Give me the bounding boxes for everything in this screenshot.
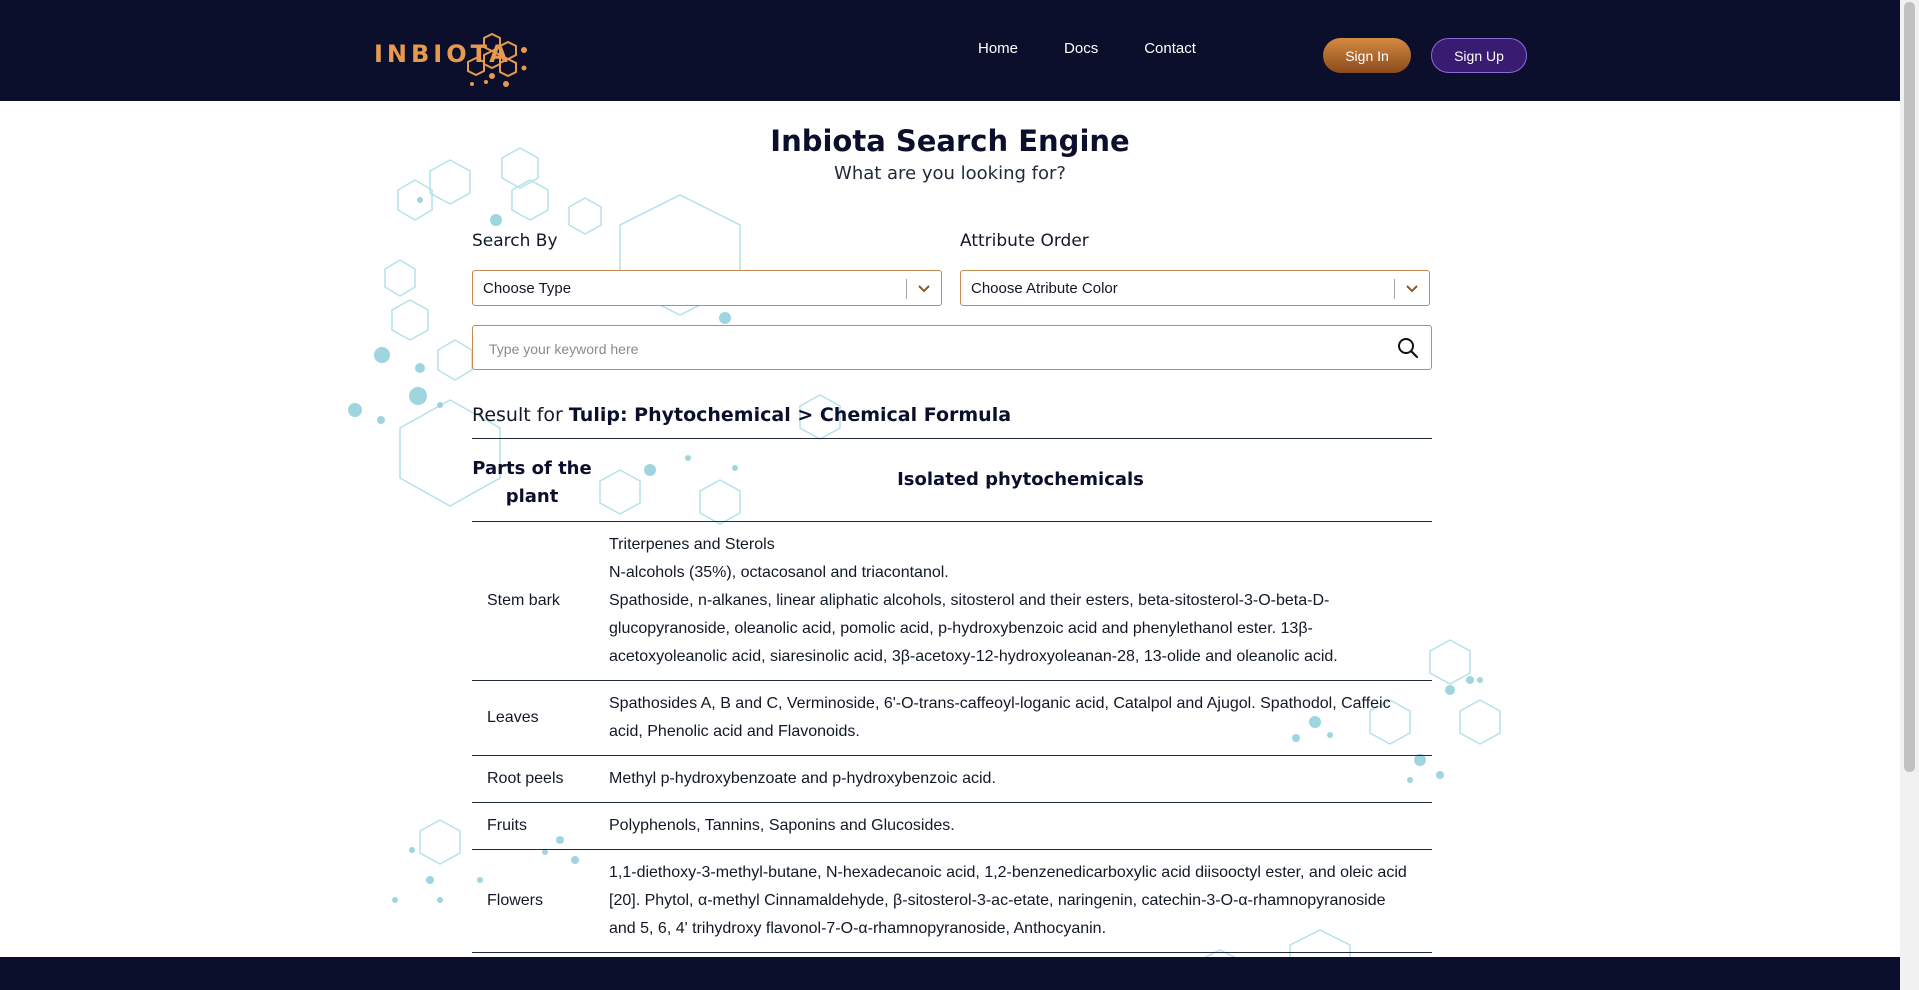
nav-home[interactable]: Home: [978, 40, 1018, 57]
table-row: Root peels Methyl p-hydroxybenzoate and …: [472, 756, 1432, 803]
main-nav: Home Docs Contact: [978, 40, 1196, 57]
result-prefix: Result for: [472, 404, 569, 426]
isolated-line: Spathosides A, B and C, Verminoside, 6'-…: [609, 695, 1391, 740]
cell-part: Leaves: [487, 709, 539, 726]
cell-part: Stem bark: [487, 592, 560, 609]
sign-up-button[interactable]: Sign Up: [1431, 38, 1527, 73]
cell-isolated: 1,1-diethoxy-3-methyl-butane, N-hexadeca…: [609, 850, 1409, 952]
select-divider: [906, 279, 907, 299]
cell-isolated: Triterpenes and Sterols N-alcohols (35%)…: [609, 522, 1409, 680]
table-row: Leaves Spathosides A, B and C, Verminosi…: [472, 681, 1432, 756]
chevron-down-icon: [918, 285, 930, 293]
select-divider: [1394, 279, 1395, 299]
page-title: Inbiota Search Engine: [770, 124, 1130, 158]
cell-isolated: Polyphenols, Tannins, Saponins and Gluco…: [609, 803, 1409, 849]
isolated-line: 1,1-diethoxy-3-methyl-butane, N-hexadeca…: [609, 864, 1407, 937]
attribute-order-label: Attribute Order: [960, 231, 1089, 251]
cell-part: Fruits: [487, 817, 527, 834]
search-icon[interactable]: [1397, 337, 1419, 359]
inbiota-logo[interactable]: INBIOTA: [374, 28, 532, 88]
chevron-down-icon: [1406, 285, 1418, 293]
attribute-color-select[interactable]: Choose Atribute Color: [960, 270, 1430, 306]
isolated-line: Methyl p-hydroxybenzoate and p-hydroxybe…: [609, 770, 996, 787]
nav-contact[interactable]: Contact: [1144, 40, 1196, 57]
isolated-line: Triterpenes and Sterols: [609, 536, 775, 553]
cell-part: Root peels: [487, 770, 564, 787]
footer: [0, 957, 1900, 990]
table-header: Parts of the plant Isolated phytochemica…: [472, 438, 1432, 522]
table-row: Stem bark Triterpenes and Sterols N-alco…: [472, 522, 1432, 681]
hexagon-logo-icon: [467, 32, 527, 87]
table-row: Fruits Polyphenols, Tannins, Saponins an…: [472, 803, 1432, 850]
isolated-line: Polyphenols, Tannins, Saponins and Gluco…: [609, 817, 955, 834]
cell-part: Flowers: [487, 892, 544, 909]
table-row: Flowers 1,1-diethoxy-3-methyl-butane, N-…: [472, 850, 1432, 953]
page-subtitle: What are you looking for?: [834, 163, 1066, 184]
column-header-part: Parts of the plant: [472, 458, 592, 507]
top-navbar: INBIOTA Home Docs Contact Sign In Sign U…: [0, 0, 1900, 101]
attribute-color-value: Choose Atribute Color: [971, 280, 1118, 297]
sign-in-button[interactable]: Sign In: [1323, 38, 1411, 73]
isolated-line: Spathoside, n-alkanes, linear aliphatic …: [609, 592, 1338, 665]
cell-isolated: Spathosides A, B and C, Verminoside, 6'-…: [609, 681, 1409, 755]
result-query: Tulip: Phytochemical > Chemical Formula: [568, 404, 1012, 426]
search-type-select[interactable]: Choose Type: [472, 270, 942, 306]
cell-isolated: Methyl p-hydroxybenzoate and p-hydroxybe…: [609, 756, 1409, 802]
result-heading: Result for Tulip: Phytochemical > Chemic…: [472, 404, 1011, 426]
phytochemical-table: Parts of the plant Isolated phytochemica…: [472, 438, 1432, 953]
search-type-value: Choose Type: [483, 280, 572, 297]
keyword-search-input[interactable]: [487, 336, 1371, 362]
isolated-line: N-alcohols (35%), octacosanol and triaco…: [609, 564, 949, 581]
search-by-label: Search By: [472, 231, 558, 251]
column-header-isolated: Isolated phytochemicals: [897, 469, 1144, 490]
nav-docs[interactable]: Docs: [1064, 40, 1098, 57]
scrollbar-thumb[interactable]: [1904, 2, 1915, 772]
page-scrollbar[interactable]: [1900, 0, 1919, 990]
keyword-search-bar: [472, 325, 1432, 370]
